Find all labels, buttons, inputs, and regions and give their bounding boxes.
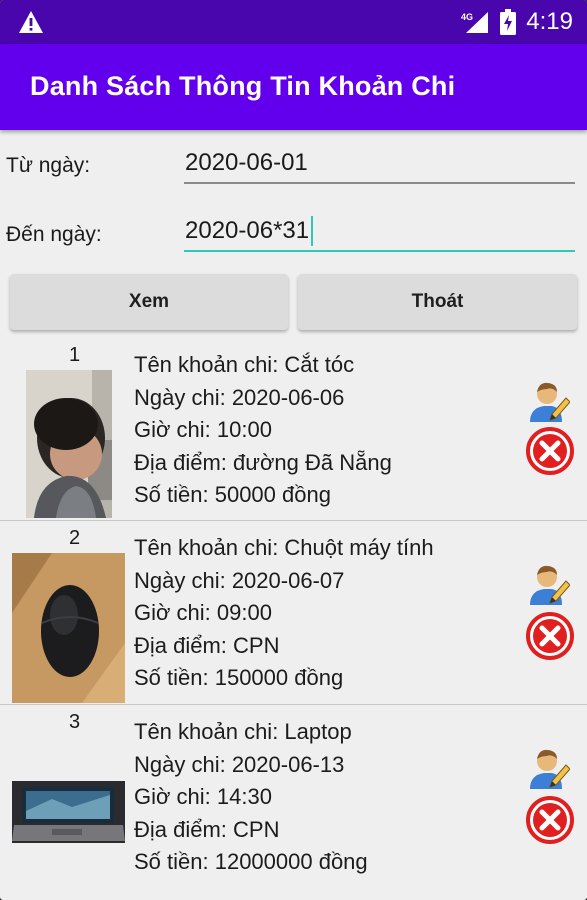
- item-date: Ngày chi: 2020-06-13: [134, 751, 345, 777]
- item-time: Giờ chi: 14:30: [134, 784, 272, 809]
- clock: 4:19: [526, 8, 573, 35]
- item-place: Địa điểm: CPN: [134, 632, 280, 658]
- item-details: Tên khoản chi: Laptop Ngày chi: 2020-06-…: [134, 716, 368, 879]
- from-date-field[interactable]: 2020-06-01: [184, 144, 575, 184]
- app-bar: Danh Sách Thông Tin Khoản Chi: [0, 44, 587, 130]
- item-amount: Số tiền: 12000000 đồng: [134, 849, 368, 874]
- item-index: 3: [69, 711, 81, 733]
- haircut-photo: [26, 370, 112, 518]
- item-name: Tên khoản chi: Cắt tóc: [134, 352, 355, 377]
- item-date: Ngày chi: 2020-06-07: [134, 567, 345, 593]
- edit-user-icon[interactable]: [528, 563, 570, 605]
- to-date-field[interactable]: 2020-06*31: [184, 212, 575, 252]
- status-bar: 4G 4:19: [0, 0, 587, 44]
- from-date-label: Từ ngày:: [6, 154, 91, 177]
- battery-charging-icon: [500, 9, 517, 35]
- item-name: Tên khoản chi: Chuột máy tính: [134, 535, 434, 560]
- signal-icon: 4G: [461, 12, 489, 33]
- item-amount: Số tiền: 50000 đồng: [134, 482, 331, 507]
- list-item[interactable]: 3 Tên khoản chi: Laptop Ngày chi: 2020-0…: [0, 705, 587, 889]
- svg-text:4G: 4G: [461, 12, 473, 22]
- page-title: Danh Sách Thông Tin Khoản Chi: [30, 71, 456, 101]
- item-place: Địa điểm: CPN: [134, 816, 280, 842]
- mouse-photo: [12, 553, 125, 703]
- edit-user-icon[interactable]: [528, 380, 570, 422]
- delete-icon[interactable]: [526, 427, 574, 475]
- edit-user-icon[interactable]: [528, 747, 570, 789]
- from-date-value: 2020-06-01: [185, 149, 308, 176]
- item-index: 2: [69, 527, 81, 549]
- to-date-value: 2020-06*31: [185, 217, 310, 244]
- delete-icon[interactable]: [526, 796, 574, 844]
- list-item[interactable]: 2 Tên khoản chi: Chuột máy tính Ngày chi…: [0, 521, 587, 705]
- item-time: Giờ chi: 09:00: [134, 600, 272, 625]
- item-time: Giờ chi: 10:00: [134, 417, 272, 442]
- item-amount: Số tiền: 150000 đồng: [134, 665, 344, 690]
- item-details: Tên khoản chi: Cắt tóc Ngày chi: 2020-06…: [134, 349, 392, 512]
- to-date-label: Đến ngày:: [6, 223, 102, 246]
- text-cursor: [311, 216, 314, 246]
- laptop-photo: [12, 781, 125, 843]
- item-place: Địa điểm: đường Đã Nẵng: [134, 449, 392, 475]
- item-name: Tên khoản chi: Laptop: [134, 719, 352, 744]
- item-date: Ngày chi: 2020-06-06: [134, 384, 345, 410]
- view-button[interactable]: Xem: [10, 274, 288, 330]
- app-screen: 4G 4:19 Danh Sách Thông Tin Khoản Chi Từ…: [0, 0, 587, 900]
- warning-icon: [19, 11, 43, 33]
- item-index: 1: [69, 344, 81, 366]
- exit-button[interactable]: Thoát: [298, 274, 577, 330]
- item-details: Tên khoản chi: Chuột máy tính Ngày chi: …: [134, 532, 434, 695]
- list-item[interactable]: 1 Tên khoản chi: Cắt tóc Ngày chi: 2020-…: [0, 338, 587, 522]
- delete-icon[interactable]: [526, 612, 574, 660]
